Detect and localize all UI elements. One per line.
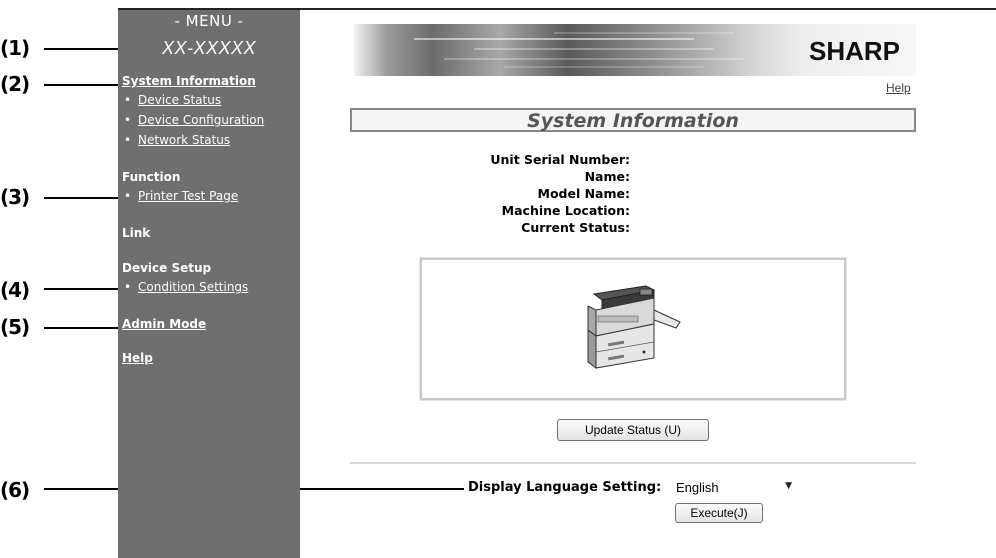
sidebar-heading-function: Function xyxy=(122,170,181,184)
help-link[interactable]: Help xyxy=(886,81,911,95)
sidebar-item-label[interactable]: Device Status xyxy=(138,93,221,107)
bullet-icon: • xyxy=(124,93,132,107)
callout-4-leader xyxy=(44,288,126,290)
sidebar-item-label[interactable]: Condition Settings xyxy=(138,280,248,294)
sidebar-item-device-status[interactable]: • Device Status xyxy=(124,93,221,107)
brand-logo: SHARP xyxy=(808,36,900,66)
sidebar-item-printer-test-page[interactable]: • Printer Test Page xyxy=(124,189,238,203)
sidebar-item-label[interactable]: Network Status xyxy=(138,133,230,147)
chevron-down-icon[interactable]: ▼ xyxy=(785,481,792,491)
bullet-icon: • xyxy=(124,133,132,147)
callout-6: (6) xyxy=(0,478,30,502)
language-selected-value: English xyxy=(676,480,719,495)
header-banner: SHARP xyxy=(354,24,916,76)
sidebar-menu: - MENU - XX-XXXXX System Information • De… xyxy=(118,10,300,558)
callout-2: (2) xyxy=(0,72,30,96)
label-unit-serial-number: Unit Serial Number: xyxy=(490,152,630,167)
label-current-status: Current Status: xyxy=(521,220,630,235)
update-status-button[interactable]: Update Status (U) xyxy=(557,419,709,441)
model-name: XX-XXXXX xyxy=(161,38,257,58)
sidebar-item-condition-settings[interactable]: • Condition Settings xyxy=(124,280,248,294)
copier-illustration-icon xyxy=(587,285,681,369)
callout-3: (3) xyxy=(0,185,30,209)
callout-5: (5) xyxy=(0,315,30,339)
callout-1: (1) xyxy=(0,36,30,60)
label-name: Name: xyxy=(584,169,630,184)
sidebar-item-network-status[interactable]: • Network Status xyxy=(124,133,230,147)
sidebar-link-system-information[interactable]: System Information xyxy=(122,74,256,88)
sidebar-link-admin-mode[interactable]: Admin Mode xyxy=(122,317,206,331)
bullet-icon: • xyxy=(124,113,132,127)
label-machine-location: Machine Location: xyxy=(501,203,630,218)
execute-button[interactable]: Execute(J) xyxy=(675,503,763,523)
callout-3-leader xyxy=(44,197,126,199)
bullet-icon: • xyxy=(124,280,132,294)
section-title: System Information xyxy=(350,108,916,132)
callout-2-leader xyxy=(44,84,126,86)
bullet-icon: • xyxy=(124,189,132,203)
device-image-frame xyxy=(419,257,847,401)
menu-title: - MENU - xyxy=(174,12,244,30)
callout-4: (4) xyxy=(0,278,30,302)
language-select[interactable]: English ▼ xyxy=(672,477,802,499)
divider xyxy=(350,462,916,464)
sidebar-heading-link: Link xyxy=(122,226,151,240)
sidebar-item-label[interactable]: Printer Test Page xyxy=(138,189,238,203)
label-model-name: Model Name: xyxy=(537,186,631,201)
sidebar-item-label[interactable]: Device Configuration xyxy=(138,113,264,127)
page-title: System Information xyxy=(527,110,739,132)
sidebar-item-device-configuration[interactable]: • Device Configuration xyxy=(124,113,264,127)
sidebar-link-help[interactable]: Help xyxy=(122,351,153,365)
callout-5-leader xyxy=(44,327,124,329)
display-language-label: Display Language Setting: xyxy=(468,480,662,495)
sidebar-heading-device-setup: Device Setup xyxy=(122,261,212,275)
